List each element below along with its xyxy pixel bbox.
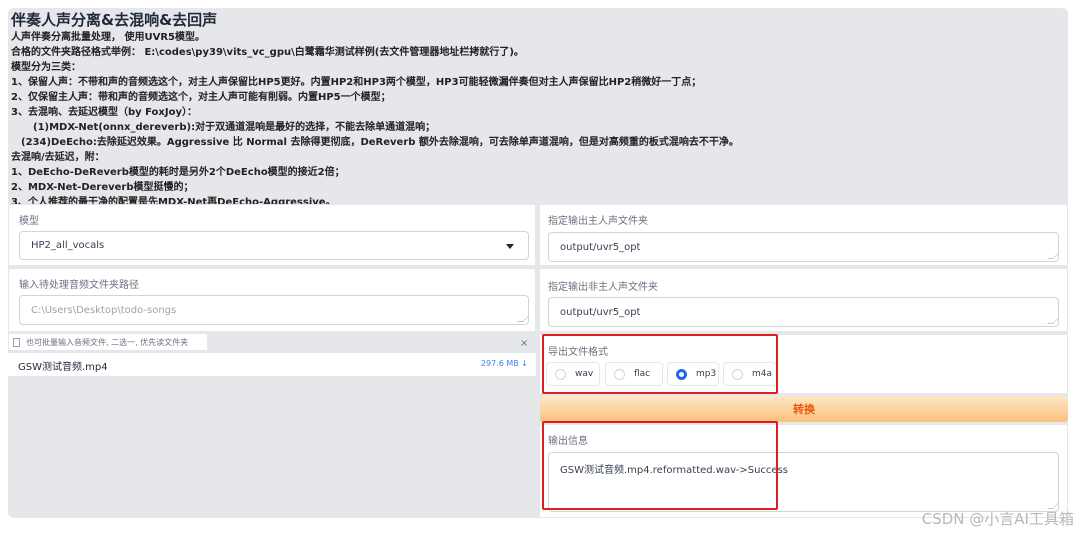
vocal-output-block: 指定输出主人声文件夹 output/uvr5_opt (539, 204, 1068, 266)
input-dir-placeholder: C:\Users\Desktop\todo-songs (31, 304, 177, 316)
input-dir-field[interactable]: C:\Users\Desktop\todo-songs (19, 295, 529, 325)
vocal-output-field[interactable]: output/uvr5_opt (548, 232, 1059, 262)
vocal-output-label: 指定输出主人声文件夹 (548, 216, 648, 227)
instrumental-output-label: 指定输出非主人声文件夹 (548, 282, 658, 293)
close-icon[interactable]: × (520, 338, 528, 349)
highlight-format-box (542, 334, 778, 394)
instrumental-output-value: output/uvr5_opt (560, 306, 641, 318)
desc-line: 去混响/去延迟，附： (11, 152, 105, 163)
page-title: 伴奏人声分离&去混响&去回声 (11, 11, 218, 29)
model-value: HP2_all_vocals (31, 240, 105, 251)
input-dir-label: 输入待处理音频文件夹路径 (19, 280, 139, 291)
desc-line: (1)MDX-Net(onnx_dereverb):对于双通道混响是最好的选择，… (33, 122, 436, 133)
desc-line: 合格的文件夹路径格式举例： E:\codes\py39\vits_vc_gpu\… (11, 47, 524, 58)
file-upload-tip-text: 也可批量输入音频文件, 二选一, 优先读文件夹 (26, 337, 189, 347)
vocal-output-value: output/uvr5_opt (560, 241, 641, 253)
model-dropdown[interactable]: HP2_all_vocals (19, 231, 529, 260)
desc-line: 3、去混响、去延迟模型（by FoxJoy）： (11, 107, 197, 118)
desc-line: 1、保留人声：不带和声的音频选这个，对主人声保留比HP5更好。内置HP2和HP3… (11, 77, 702, 88)
uploaded-file-row: GSW测试音频.mp4 297.6 MB ↓ (8, 352, 536, 376)
instrumental-output-block: 指定输出非主人声文件夹 output/uvr5_opt (539, 268, 1068, 332)
resize-handle-icon[interactable] (1047, 318, 1059, 324)
input-dir-block: 输入待处理音频文件夹路径 C:\Users\Desktop\todo-songs (8, 268, 536, 332)
desc-line: (234)DeEcho:去除延迟效果。Aggressive 比 Normal 去… (21, 137, 739, 148)
desc-line: 2、仅保留主人声：带和声的音频选这个，对主人声可能有削弱。内置HP5一个模型； (11, 92, 391, 103)
model-block: 模型 HP2_all_vocals (8, 204, 536, 266)
file-icon (13, 337, 20, 347)
desc-line: 1、DeEcho-DeReverb模型的耗时是另外2个DeEcho模型的接近2倍… (11, 167, 345, 178)
model-label: 模型 (19, 216, 39, 227)
resize-handle-icon[interactable] (517, 316, 529, 322)
description-block: 伴奏人声分离&去混响&去回声 人声伴奏分离批量处理， 使用UVR5模型。 合格的… (8, 8, 1068, 208)
file-name: GSW测试音频.mp4 (18, 362, 108, 373)
chevron-down-icon (506, 243, 514, 249)
file-upload-tip[interactable]: 也可批量输入音频文件, 二选一, 优先读文件夹 (8, 333, 208, 351)
watermark: CSDN @小言AI工具箱 (921, 510, 1074, 528)
convert-button[interactable]: 转换 (540, 396, 1068, 422)
file-download-link[interactable]: 297.6 MB ↓ (481, 359, 528, 368)
desc-line: 2、MDX-Net-Dereverb模型挺慢的； (11, 182, 194, 193)
instrumental-output-field[interactable]: output/uvr5_opt (548, 297, 1059, 327)
highlight-output-box (542, 421, 778, 510)
desc-line: 模型分为三类： (11, 62, 81, 73)
resize-handle-icon[interactable] (1047, 253, 1059, 259)
desc-line: 人声伴奏分离批量处理， 使用UVR5模型。 (11, 32, 205, 43)
